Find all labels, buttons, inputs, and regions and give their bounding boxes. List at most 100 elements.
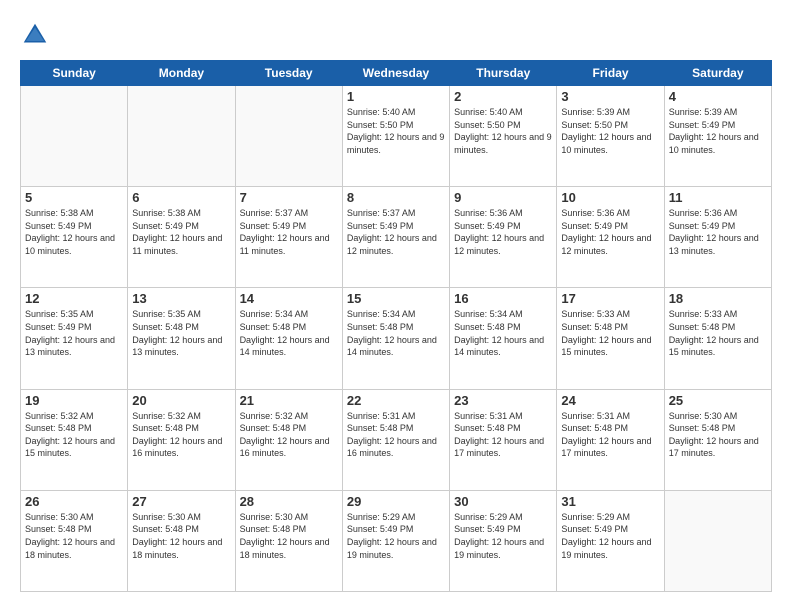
day-cell-25: 25 Sunrise: 5:30 AM Sunset: 5:48 PM Dayli… [664, 389, 771, 490]
day-number: 16 [454, 291, 552, 306]
logo-icon [20, 20, 50, 50]
day-cell-9: 9 Sunrise: 5:36 AM Sunset: 5:49 PM Daylig… [450, 187, 557, 288]
logo [20, 20, 54, 50]
day-number: 17 [561, 291, 659, 306]
day-cell-empty [21, 86, 128, 187]
day-cell-6: 6 Sunrise: 5:38 AM Sunset: 5:49 PM Daylig… [128, 187, 235, 288]
page: SundayMondayTuesdayWednesdayThursdayFrid… [0, 0, 792, 612]
day-info: Sunrise: 5:40 AM Sunset: 5:50 PM Dayligh… [454, 106, 552, 156]
header [20, 20, 772, 50]
day-number: 25 [669, 393, 767, 408]
day-number: 9 [454, 190, 552, 205]
day-number: 20 [132, 393, 230, 408]
day-info: Sunrise: 5:31 AM Sunset: 5:48 PM Dayligh… [454, 410, 552, 460]
day-number: 24 [561, 393, 659, 408]
day-info: Sunrise: 5:33 AM Sunset: 5:48 PM Dayligh… [669, 308, 767, 358]
day-number: 22 [347, 393, 445, 408]
day-info: Sunrise: 5:39 AM Sunset: 5:49 PM Dayligh… [669, 106, 767, 156]
day-cell-3: 3 Sunrise: 5:39 AM Sunset: 5:50 PM Daylig… [557, 86, 664, 187]
day-number: 19 [25, 393, 123, 408]
day-cell-4: 4 Sunrise: 5:39 AM Sunset: 5:49 PM Daylig… [664, 86, 771, 187]
day-number: 2 [454, 89, 552, 104]
weekday-header-wednesday: Wednesday [342, 61, 449, 86]
day-cell-21: 21 Sunrise: 5:32 AM Sunset: 5:48 PM Dayli… [235, 389, 342, 490]
day-cell-26: 26 Sunrise: 5:30 AM Sunset: 5:48 PM Dayli… [21, 490, 128, 591]
day-cell-empty [664, 490, 771, 591]
day-number: 28 [240, 494, 338, 509]
day-number: 4 [669, 89, 767, 104]
day-number: 3 [561, 89, 659, 104]
calendar-table: SundayMondayTuesdayWednesdayThursdayFrid… [20, 60, 772, 592]
day-number: 1 [347, 89, 445, 104]
week-row-4: 19 Sunrise: 5:32 AM Sunset: 5:48 PM Dayli… [21, 389, 772, 490]
day-number: 13 [132, 291, 230, 306]
day-number: 26 [25, 494, 123, 509]
day-info: Sunrise: 5:30 AM Sunset: 5:48 PM Dayligh… [240, 511, 338, 561]
day-number: 23 [454, 393, 552, 408]
day-cell-empty [235, 86, 342, 187]
day-cell-12: 12Sunrise: 5:35 AM Sunset: 5:49 PM Dayli… [21, 288, 128, 389]
day-cell-20: 20 Sunrise: 5:32 AM Sunset: 5:48 PM Dayli… [128, 389, 235, 490]
day-info: Sunrise: 5:34 AM Sunset: 5:48 PM Dayligh… [454, 308, 552, 358]
day-info: Sunrise: 5:34 AM Sunset: 5:48 PM Dayligh… [240, 308, 338, 358]
weekday-header-row: SundayMondayTuesdayWednesdayThursdayFrid… [21, 61, 772, 86]
day-cell-15: 15 Sunrise: 5:34 AM Sunset: 5:48 PM Dayli… [342, 288, 449, 389]
day-number: 31 [561, 494, 659, 509]
day-cell-17: 17 Sunrise: 5:33 AM Sunset: 5:48 PM Dayli… [557, 288, 664, 389]
day-number: 14 [240, 291, 338, 306]
day-info: Sunrise: 5:31 AM Sunset: 5:48 PM Dayligh… [561, 410, 659, 460]
day-number: 11 [669, 190, 767, 205]
day-info: Sunrise: 5:36 AM Sunset: 5:49 PM Dayligh… [669, 207, 767, 257]
weekday-header-friday: Friday [557, 61, 664, 86]
day-number: 27 [132, 494, 230, 509]
day-number: 8 [347, 190, 445, 205]
day-number: 10 [561, 190, 659, 205]
day-cell-7: 7Sunrise: 5:37 AM Sunset: 5:49 PM Daylig… [235, 187, 342, 288]
day-cell-24: 24 Sunrise: 5:31 AM Sunset: 5:48 PM Dayli… [557, 389, 664, 490]
day-info: Sunrise: 5:29 AM Sunset: 5:49 PM Dayligh… [454, 511, 552, 561]
day-cell-30: 30 Sunrise: 5:29 AM Sunset: 5:49 PM Dayli… [450, 490, 557, 591]
day-number: 21 [240, 393, 338, 408]
day-info: Sunrise: 5:30 AM Sunset: 5:48 PM Dayligh… [669, 410, 767, 460]
day-cell-13: 13 Sunrise: 5:35 AM Sunset: 5:48 PM Dayli… [128, 288, 235, 389]
day-info: Sunrise: 5:34 AM Sunset: 5:48 PM Dayligh… [347, 308, 445, 358]
week-row-1: 1 Sunrise: 5:40 AM Sunset: 5:50 PM Daylig… [21, 86, 772, 187]
day-cell-empty [128, 86, 235, 187]
weekday-header-monday: Monday [128, 61, 235, 86]
day-number: 29 [347, 494, 445, 509]
day-info: Sunrise: 5:30 AM Sunset: 5:48 PM Dayligh… [132, 511, 230, 561]
day-cell-11: 11 Sunrise: 5:36 AM Sunset: 5:49 PM Dayli… [664, 187, 771, 288]
week-row-3: 12Sunrise: 5:35 AM Sunset: 5:49 PM Dayli… [21, 288, 772, 389]
day-info: Sunrise: 5:33 AM Sunset: 5:48 PM Dayligh… [561, 308, 659, 358]
day-cell-22: 22 Sunrise: 5:31 AM Sunset: 5:48 PM Dayli… [342, 389, 449, 490]
week-row-5: 26 Sunrise: 5:30 AM Sunset: 5:48 PM Dayli… [21, 490, 772, 591]
day-number: 5 [25, 190, 123, 205]
day-info: Sunrise: 5:32 AM Sunset: 5:48 PM Dayligh… [132, 410, 230, 460]
day-number: 7 [240, 190, 338, 205]
day-info: Sunrise: 5:39 AM Sunset: 5:50 PM Dayligh… [561, 106, 659, 156]
day-info: Sunrise: 5:32 AM Sunset: 5:48 PM Dayligh… [240, 410, 338, 460]
day-info: Sunrise: 5:36 AM Sunset: 5:49 PM Dayligh… [454, 207, 552, 257]
day-cell-8: 8Sunrise: 5:37 AM Sunset: 5:49 PM Daylig… [342, 187, 449, 288]
day-info: Sunrise: 5:38 AM Sunset: 5:49 PM Dayligh… [132, 207, 230, 257]
day-info: Sunrise: 5:32 AM Sunset: 5:48 PM Dayligh… [25, 410, 123, 460]
weekday-header-sunday: Sunday [21, 61, 128, 86]
day-cell-5: 5 Sunrise: 5:38 AM Sunset: 5:49 PM Daylig… [21, 187, 128, 288]
day-cell-29: 29Sunrise: 5:29 AM Sunset: 5:49 PM Dayli… [342, 490, 449, 591]
day-info: Sunrise: 5:38 AM Sunset: 5:49 PM Dayligh… [25, 207, 123, 257]
day-info: Sunrise: 5:30 AM Sunset: 5:48 PM Dayligh… [25, 511, 123, 561]
day-cell-2: 2 Sunrise: 5:40 AM Sunset: 5:50 PM Daylig… [450, 86, 557, 187]
day-number: 30 [454, 494, 552, 509]
week-row-2: 5 Sunrise: 5:38 AM Sunset: 5:49 PM Daylig… [21, 187, 772, 288]
weekday-header-saturday: Saturday [664, 61, 771, 86]
day-info: Sunrise: 5:29 AM Sunset: 5:49 PM Dayligh… [561, 511, 659, 561]
weekday-header-tuesday: Tuesday [235, 61, 342, 86]
day-number: 6 [132, 190, 230, 205]
day-cell-14: 14 Sunrise: 5:34 AM Sunset: 5:48 PM Dayli… [235, 288, 342, 389]
day-info: Sunrise: 5:35 AM Sunset: 5:48 PM Dayligh… [132, 308, 230, 358]
day-cell-28: 28 Sunrise: 5:30 AM Sunset: 5:48 PM Dayli… [235, 490, 342, 591]
day-info: Sunrise: 5:40 AM Sunset: 5:50 PM Dayligh… [347, 106, 445, 156]
day-cell-16: 16 Sunrise: 5:34 AM Sunset: 5:48 PM Dayli… [450, 288, 557, 389]
day-number: 15 [347, 291, 445, 306]
day-info: Sunrise: 5:31 AM Sunset: 5:48 PM Dayligh… [347, 410, 445, 460]
